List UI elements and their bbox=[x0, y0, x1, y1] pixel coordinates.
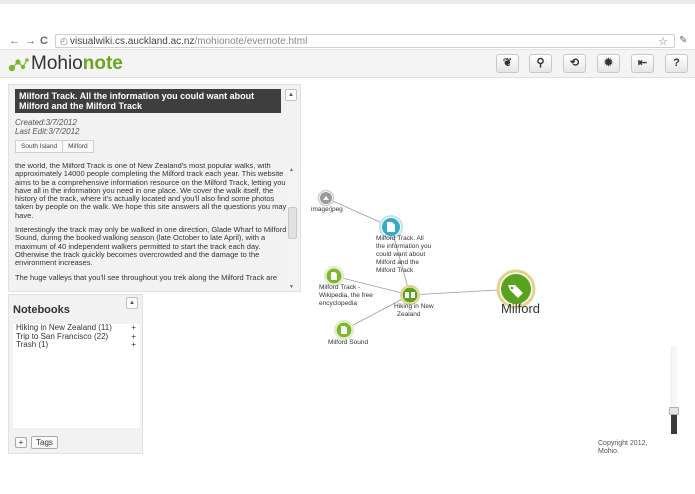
note-scrollbar[interactable]: ▲ ▼ bbox=[288, 165, 297, 291]
wikipedia-note-node[interactable]: Milford Track - Wikipedia, the free ency… bbox=[319, 266, 375, 307]
milford-sound-label: Milford Sound bbox=[328, 339, 368, 346]
note-body: the world, the Milford Track is one of N… bbox=[15, 163, 290, 289]
scroll-up-icon[interactable]: ▲ bbox=[289, 167, 294, 173]
notebook-item[interactable]: Trash (1) + bbox=[13, 340, 140, 350]
notebook-expand-icon[interactable]: + bbox=[131, 340, 136, 350]
url-host: visualwiki.cs.auckland.ac.nz bbox=[70, 36, 195, 47]
sync-button[interactable]: ⟲ bbox=[563, 54, 586, 73]
copyright-line: Mohio. bbox=[598, 448, 620, 455]
notebooks-panel: Notebooks ▲ Hiking in New Zealand (11) + … bbox=[8, 294, 143, 454]
note-title: Milford Track. All the information you c… bbox=[15, 89, 281, 113]
note-tag[interactable]: South Island bbox=[15, 140, 64, 153]
milford-tag-label: Milford bbox=[501, 301, 540, 316]
hiking-notebook-label: Hiking in New Zealand bbox=[394, 303, 436, 318]
gear-icon: ✹ bbox=[603, 57, 614, 69]
hiking-notebook-node[interactable]: Hiking in New Zealand bbox=[394, 285, 436, 318]
search-icon: ⚲ bbox=[536, 57, 545, 69]
milford-track-note-label: Milford Track. All the information you c… bbox=[376, 235, 433, 274]
scroll-thumb[interactable] bbox=[288, 207, 297, 239]
tags-button[interactable]: Tags bbox=[31, 436, 58, 449]
bookmark-star-icon[interactable]: ☆ bbox=[658, 35, 668, 48]
zoom-slider-handle[interactable] bbox=[669, 407, 679, 415]
milford-track-note-node[interactable]: Milford Track. All the information you c… bbox=[376, 215, 433, 274]
browser-chrome: ← → C ◴ visualwiki.cs.auckland.ac.nz/moh… bbox=[0, 0, 695, 50]
notebooks-title: Notebooks bbox=[13, 304, 70, 316]
milford-tag-node[interactable]: Milford bbox=[496, 269, 540, 316]
browser-tab-strip bbox=[0, 0, 695, 4]
note-paragraph: The huge valleys that you'll see through… bbox=[15, 272, 277, 282]
back-button[interactable]: ← bbox=[9, 35, 20, 47]
reload-button[interactable]: C bbox=[40, 35, 48, 47]
graph-edges bbox=[325, 197, 517, 331]
zoom-slider-fill bbox=[671, 414, 677, 434]
notebook-label: Trash (1) bbox=[16, 340, 49, 349]
url-text[interactable]: visualwiki.cs.auckland.ac.nz/mohionote/e… bbox=[70, 36, 307, 47]
logout-button[interactable]: ⇤ bbox=[631, 54, 654, 73]
logo-text: Mohionote bbox=[31, 53, 123, 75]
wrench-menu-icon[interactable]: ✎ bbox=[679, 35, 687, 46]
note-paragraph: Interestingly the track may only be walk… bbox=[15, 225, 287, 268]
note-meta: Created:3/7/2012 Last Edit:3/7/2012 bbox=[15, 118, 80, 136]
wikipedia-note-label: Milford Track - Wikipedia, the free ency… bbox=[319, 284, 375, 307]
url-path: /mohionote/evernote.html bbox=[194, 36, 308, 47]
note-doc-icon bbox=[331, 272, 337, 280]
add-notebook-button[interactable]: + bbox=[15, 437, 27, 448]
notebook-list: Hiking in New Zealand (11) + Trip to San … bbox=[13, 323, 140, 428]
copyright-line: Copyright 2012, bbox=[598, 440, 648, 447]
notebooks-collapse-button[interactable]: ▲ bbox=[126, 297, 138, 309]
image-node-label: image/jpeg bbox=[311, 206, 343, 213]
logout-icon: ⇤ bbox=[637, 57, 648, 69]
image-node[interactable]: image/jpeg bbox=[311, 189, 343, 214]
elephant-icon: ❦ bbox=[502, 57, 513, 69]
note-last-edit: Last Edit:3/7/2012 bbox=[15, 127, 80, 136]
note-collapse-button[interactable]: ▲ bbox=[285, 89, 297, 101]
note-paragraph: the world, the Milford Track is one of N… bbox=[15, 163, 287, 220]
copyright: Copyright 2012, Mohio. bbox=[598, 440, 668, 456]
note-created: Created:3/7/2012 bbox=[15, 118, 77, 127]
logo-suffix: note bbox=[82, 53, 123, 74]
app-header: Mohionote ❦ ⚲ ⟲ ✹ ⇤ ? bbox=[0, 50, 695, 78]
logo-dots-icon bbox=[8, 58, 29, 72]
note-tag-list: South Island Milford bbox=[15, 140, 94, 154]
page-info-icon[interactable]: ◴ bbox=[60, 36, 68, 47]
note-doc-icon bbox=[341, 326, 347, 334]
milford-sound-note-node[interactable]: Milford Sound bbox=[328, 320, 368, 346]
scroll-down-icon[interactable]: ▼ bbox=[289, 284, 294, 290]
note-panel: Milford Track. All the information you c… bbox=[8, 84, 301, 292]
address-bar[interactable]: ◴ visualwiki.cs.auckland.ac.nz/mohionote… bbox=[55, 34, 675, 48]
logo-prefix: Mohio bbox=[31, 53, 83, 74]
sync-icon: ⟲ bbox=[569, 57, 580, 69]
evernote-button[interactable]: ❦ bbox=[496, 54, 519, 73]
forward-button[interactable]: → bbox=[25, 35, 36, 47]
note-tag[interactable]: Milford bbox=[62, 140, 94, 153]
help-icon: ? bbox=[673, 57, 680, 69]
settings-button[interactable]: ✹ bbox=[597, 54, 620, 73]
help-button[interactable]: ? bbox=[665, 54, 688, 73]
search-button[interactable]: ⚲ bbox=[529, 54, 552, 73]
